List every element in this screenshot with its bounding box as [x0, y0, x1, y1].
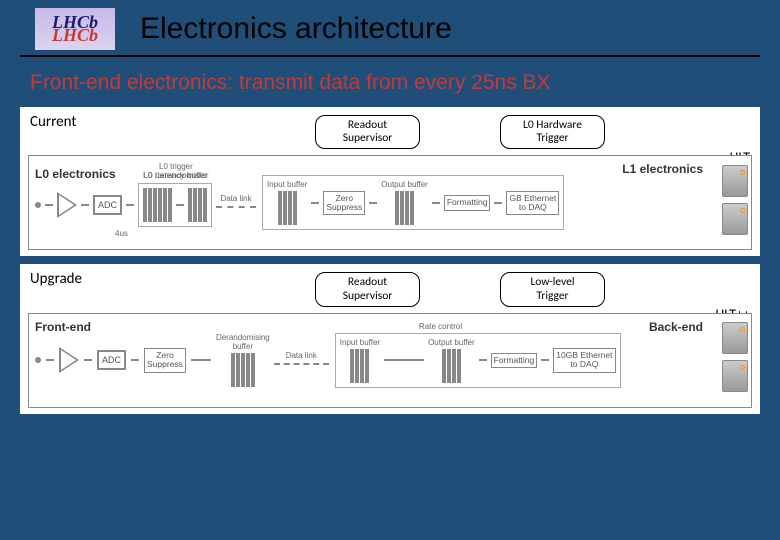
lowlevel-trigger-box: Low-level Trigger — [500, 272, 605, 306]
output-buffer-label: Output buffer — [428, 338, 475, 347]
input-buffer — [278, 191, 297, 225]
server-stack-upgrade — [722, 322, 748, 392]
rate-control-label: Rate control — [419, 322, 462, 331]
formatting-box: Formatting — [444, 195, 491, 210]
ethernet-box: 10GB Ethernet to DAQ — [553, 348, 615, 373]
readout-supervisor-box: Readout Supervisor — [315, 115, 420, 149]
panel-label-current: Current — [30, 113, 76, 131]
l0-derand-label: L0 derandomiser — [143, 170, 207, 180]
server-stack-current — [722, 165, 748, 235]
server-icon — [722, 322, 748, 354]
diagram-current: L0 electronics ADC L0 Latency buffer L0 … — [28, 155, 752, 250]
ethernet-box: GB Ethernet to DAQ — [506, 191, 559, 216]
input-dot — [35, 357, 41, 363]
zero-suppress-box: Zero Suppress — [323, 191, 365, 216]
amplifier-icon — [59, 347, 79, 373]
topboxes-upgrade: Readout Supervisor Low-level Trigger — [160, 264, 760, 310]
server-icon — [722, 360, 748, 392]
data-link-label: Data link — [286, 351, 317, 360]
l0-trigger-top-label: L0 trigger — [159, 162, 193, 171]
input-buffer-label: Input buffer — [340, 338, 380, 347]
output-buffer — [395, 191, 414, 225]
l0-derand-buffer — [188, 188, 207, 222]
input-dot — [35, 202, 41, 208]
output-buffer-label: Output buffer — [381, 180, 428, 189]
backend-group: Input buffer Output buffer Formatting 10… — [335, 333, 621, 388]
lhcb-logo: LHCb LHCb — [35, 8, 115, 50]
data-link-label: Data link — [220, 194, 251, 203]
l0-hw-trigger-box: L0 Hardware Trigger — [500, 115, 605, 149]
derand-buffer — [231, 353, 255, 387]
panel-current: Current Readout Supervisor L0 Hardware T… — [20, 107, 760, 256]
derand-buffer-label: Derandomising buffer — [216, 333, 270, 351]
slide-title: Electronics architecture — [140, 12, 735, 46]
input-buffer — [350, 349, 369, 383]
subtitle: Front-end electronics: transmit data fro… — [0, 57, 780, 103]
l0-electronics-title: L0 electronics — [35, 167, 116, 181]
data-link: Data link — [274, 363, 329, 365]
data-link: Data link — [216, 206, 256, 208]
formatting-box: Formatting — [491, 353, 538, 368]
input-buffer-label: Input buffer — [267, 180, 307, 189]
logo-text-bottom: LHCb — [52, 28, 98, 43]
panel-upgrade: Upgrade Readout Supervisor Low-level Tri… — [20, 264, 760, 413]
zero-suppress-box: Zero Suppress — [144, 348, 186, 373]
amplifier-icon — [57, 192, 77, 218]
server-icon — [722, 203, 748, 235]
adc-box: ADC — [97, 350, 126, 370]
server-icon — [722, 165, 748, 197]
output-buffer — [442, 349, 461, 383]
frontend-title: Front-end — [35, 320, 91, 334]
title-bar: LHCb LHCb Electronics architecture — [20, 0, 760, 57]
backend-title: Back-end — [649, 320, 703, 334]
readout-supervisor-box: Readout Supervisor — [315, 272, 420, 306]
l0-time-label: 4us — [115, 229, 128, 238]
panel-label-upgrade: Upgrade — [30, 270, 82, 288]
l1-group: Input buffer Zero Suppress Output buffer… — [262, 175, 564, 230]
topboxes-current: Readout Supervisor L0 Hardware Trigger — [160, 107, 760, 153]
adc-box: ADC — [93, 195, 122, 215]
diagram-upgrade: ADC Zero Suppress Derandomising buffer F… — [28, 313, 752, 408]
l1-electronics-title: L1 electronics — [622, 162, 703, 176]
l0-latency-buffer — [143, 188, 172, 222]
l0-group: L0 Latency buffer L0 derandomiser — [138, 183, 212, 227]
